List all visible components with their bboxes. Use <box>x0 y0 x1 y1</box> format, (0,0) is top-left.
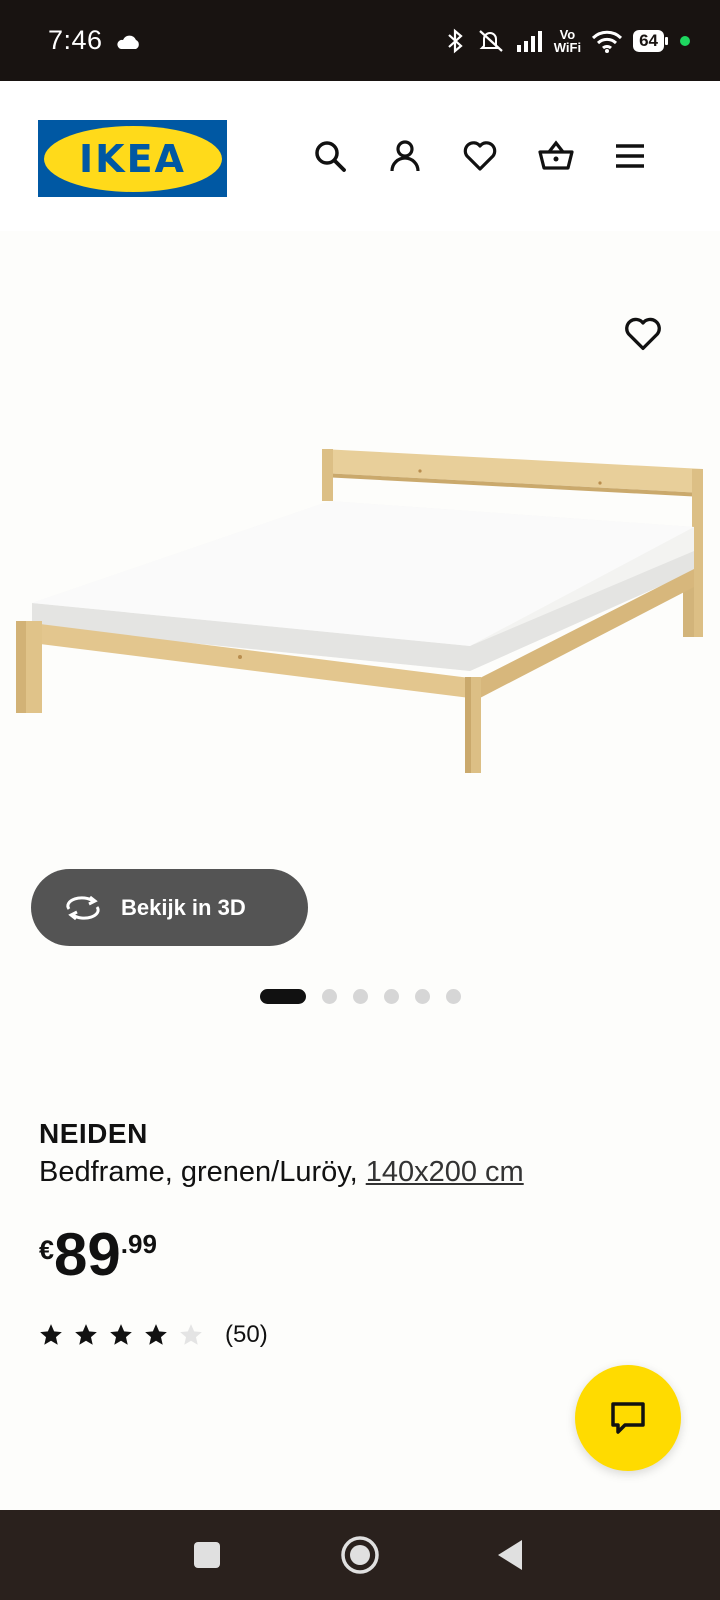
carousel-dot-1[interactable] <box>260 989 306 1004</box>
search-icon[interactable] <box>311 137 349 175</box>
rotate-3d-icon <box>66 895 100 920</box>
chat-button[interactable] <box>575 1365 681 1471</box>
recent-apps-button[interactable] <box>184 1532 230 1578</box>
wifi-icon <box>592 30 623 53</box>
star-empty-icon <box>180 1324 202 1345</box>
price-decimal: .99 <box>120 1229 157 1259</box>
status-time: 7:46 <box>48 25 103 55</box>
cloud-icon <box>115 34 141 49</box>
ikea-logo[interactable]: IKEA <box>38 120 227 197</box>
status-icons: Vo WiFi 64 <box>446 28 690 54</box>
carousel-dot-2[interactable] <box>322 989 337 1004</box>
star-filled-icon <box>75 1324 97 1345</box>
view-in-3d-button[interactable]: Bekijk in 3D <box>31 869 308 946</box>
account-icon[interactable] <box>386 137 424 175</box>
system-navigation-bar <box>0 1510 720 1600</box>
product-rating[interactable]: (50) <box>38 1321 268 1349</box>
carousel-dot-6[interactable] <box>446 989 461 1004</box>
product-image-bed <box>16 449 703 773</box>
status-bar: 7:46 Vo WiFi 64 <box>0 0 720 81</box>
back-button[interactable] <box>488 1532 534 1578</box>
star-filled-icon <box>145 1324 167 1345</box>
privacy-indicator-dot <box>680 35 690 46</box>
carousel-pagination <box>260 989 461 1004</box>
price-currency: € <box>39 1235 55 1265</box>
product-info: NEIDEN Bedframe, grenen/Luröy, 140x200 c… <box>39 1118 689 1189</box>
product-size-link[interactable]: 140x200 cm <box>366 1156 524 1188</box>
star-filled-icon <box>40 1324 62 1345</box>
product-price: € 89 .99 <box>39 1225 157 1285</box>
product-name: NEIDEN <box>39 1118 148 1149</box>
bluetooth-icon <box>448 28 463 53</box>
shopping-basket-icon[interactable] <box>536 137 574 175</box>
carousel-dot-5[interactable] <box>415 989 430 1004</box>
battery-indicator: 64 <box>633 29 668 52</box>
product-description: Bedframe, grenen/Luröy, 140x200 cm <box>39 1156 689 1189</box>
home-button[interactable] <box>337 1532 383 1578</box>
view-in-3d-label: Bekijk in 3D <box>121 894 246 920</box>
carousel-dot-4[interactable] <box>384 989 399 1004</box>
menu-icon[interactable] <box>611 137 649 175</box>
review-count: (50) <box>225 1321 268 1348</box>
chat-bubble-icon <box>611 1402 645 1434</box>
logo-text: IKEA <box>43 125 222 192</box>
wishlist-heart-icon[interactable] <box>461 137 499 175</box>
app-header: IKEA <box>0 81 720 231</box>
carousel-dot-3[interactable] <box>353 989 368 1004</box>
signal-icon <box>516 30 542 52</box>
add-to-wishlist-heart-icon[interactable] <box>622 313 664 355</box>
vowifi-label: Vo WiFi <box>553 26 582 55</box>
product-type: Bedframe, grenen/Luröy, <box>39 1156 358 1188</box>
star-filled-icon <box>110 1324 132 1345</box>
product-image-carousel[interactable]: Bekijk in 3D <box>0 231 720 1051</box>
price-integer: 89 <box>54 1221 121 1288</box>
mute-bell-icon <box>479 29 503 52</box>
